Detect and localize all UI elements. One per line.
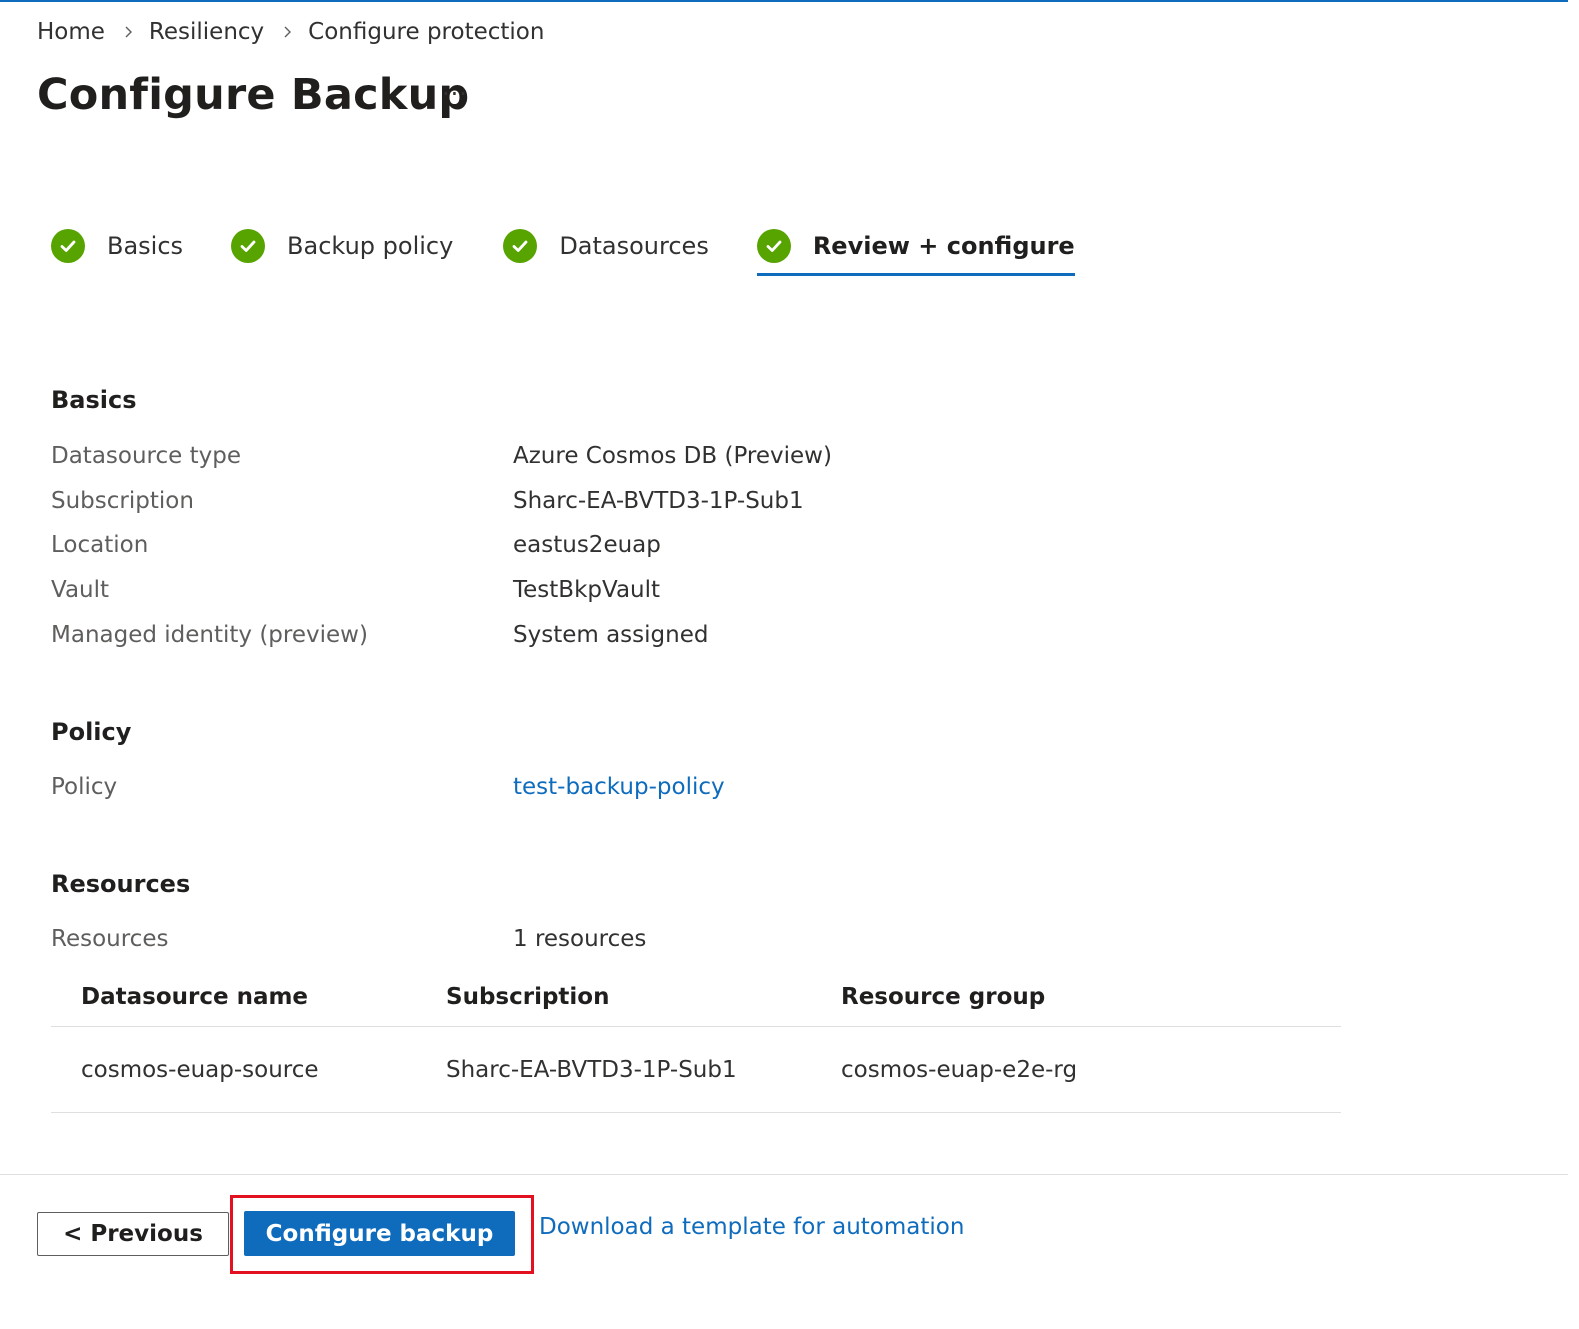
chevron-right-icon [123,25,133,39]
policy-heading: Policy [51,718,132,746]
row-value: Sharc-EA-BVTD3-1P-Sub1 [513,488,804,514]
row-label: Vault [51,577,110,603]
row-label: Resources [51,926,169,952]
row-label: Datasource type [51,443,241,469]
resources-table: Datasource name Subscription Resource gr… [51,968,1341,1113]
chevron-right-icon [282,25,292,39]
column-header-resource-group[interactable]: Resource group [841,984,1341,1010]
tab-label: Datasources [559,232,709,260]
resources-count: 1 resources [513,926,647,952]
top-accent-line [0,0,1579,2]
basics-row-subscription: Subscription Sharc-EA-BVTD3-1P-Sub1 [51,488,804,514]
basics-row-datasource-type: Datasource type Azure Cosmos DB (Preview… [51,443,832,469]
more-options-icon[interactable]: ··· [442,80,468,108]
tab-label: Basics [107,232,184,260]
download-template-link[interactable]: Download a template for automation [539,1214,964,1240]
row-value: TestBkpVault [513,577,661,603]
breadcrumb-resiliency[interactable]: Resiliency [149,19,264,45]
check-circle-icon [51,229,85,263]
tab-backup-policy[interactable]: Backup policy [231,224,453,268]
basics-heading: Basics [51,386,137,414]
basics-row-managed-identity: Managed identity (preview) System assign… [51,622,708,648]
row-value: System assigned [513,622,709,648]
wizard-tabs: Basics Backup policy Datasources Review … [51,224,1075,276]
tab-basics[interactable]: Basics [51,224,183,268]
table-header: Datasource name Subscription Resource gr… [51,968,1341,1027]
breadcrumb: Home Resiliency Configure protection [37,19,544,45]
configure-backup-button[interactable]: Configure backup [244,1211,515,1256]
check-circle-icon [231,229,266,263]
policy-link[interactable]: test-backup-policy [513,774,725,800]
table-row[interactable]: cosmos-euap-source Sharc-EA-BVTD3-1P-Sub… [51,1027,1341,1113]
tab-review-configure[interactable]: Review + configure [756,224,1075,276]
row-label: Location [51,532,149,558]
footer-divider [0,1174,1568,1175]
page-title: Configure Backup [37,70,470,120]
previous-button[interactable]: < Previous [37,1212,229,1256]
resources-row: Resources 1 resources [51,926,646,952]
row-value: Azure Cosmos DB (Preview) [513,443,832,469]
right-edge [1568,0,1579,1329]
cell-resource-group: cosmos-euap-e2e-rg [841,1056,1078,1083]
column-header-datasource-name[interactable]: Datasource name [51,984,446,1010]
row-label: Managed identity (preview) [51,622,368,648]
row-value: eastus2euap [513,532,661,558]
tab-label: Review + configure [812,232,1075,260]
tab-label: Backup policy [287,232,454,260]
cell-datasource-name: cosmos-euap-source [81,1056,319,1083]
breadcrumb-configure-protection[interactable]: Configure protection [308,19,544,45]
row-label: Subscription [51,488,194,514]
column-header-subscription[interactable]: Subscription [446,984,841,1010]
basics-row-vault: Vault TestBkpVault [51,577,660,603]
basics-row-location: Location eastus2euap [51,532,661,558]
breadcrumb-home[interactable]: Home [37,19,105,45]
resources-heading: Resources [51,870,191,898]
row-label: Policy [51,774,118,800]
check-circle-icon [503,229,538,263]
policy-row: Policy test-backup-policy [51,774,725,800]
tab-datasources[interactable]: Datasources [503,224,709,268]
check-circle-icon [756,229,791,263]
cell-subscription: Sharc-EA-BVTD3-1P-Sub1 [446,1056,737,1083]
